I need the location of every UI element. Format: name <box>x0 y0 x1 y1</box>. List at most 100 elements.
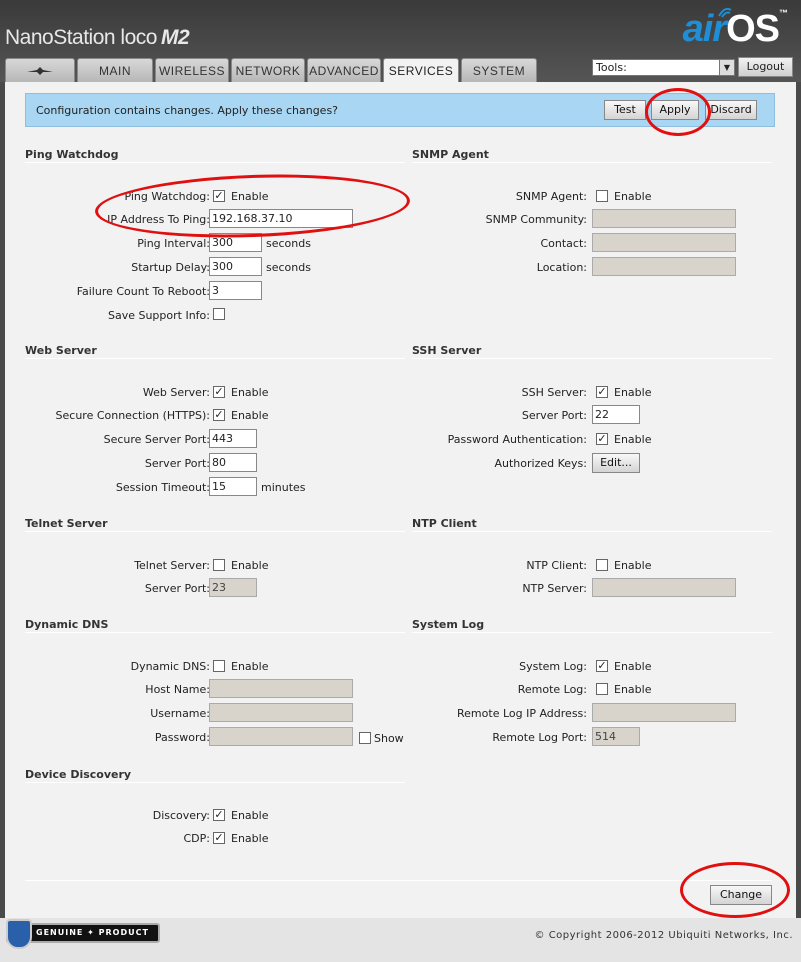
password-auth-enable-text: Enable <box>614 433 652 446</box>
remote-log-enable-text: Enable <box>614 683 652 696</box>
genuine-product-badge: GENUINE ✦ PRODUCT <box>6 919 160 949</box>
annotation-circle-apply <box>645 88 711 136</box>
https-enable-text: Enable <box>231 409 269 422</box>
test-button[interactable]: Test <box>604 100 646 120</box>
secure-port-label: Secure Server Port: <box>103 433 210 446</box>
divider <box>25 632 405 633</box>
chevron-down-icon[interactable]: ▼ <box>719 60 734 75</box>
ntp-client-label: NTP Client: <box>526 559 587 572</box>
edit-keys-button[interactable]: Edit... <box>592 453 640 473</box>
show-password-checkbox[interactable] <box>359 732 371 744</box>
remote-log-checkbox[interactable] <box>596 683 608 695</box>
tab-advanced[interactable]: ADVANCED <box>307 58 381 82</box>
remote-log-port-input[interactable]: 514 <box>592 727 640 746</box>
copyright: © Copyright 2006-2012 Ubiquiti Networks,… <box>534 930 793 941</box>
snmp-agent-enable-text: Enable <box>614 190 652 203</box>
discovery-checkbox[interactable]: ✓ <box>213 809 225 821</box>
remote-log-port-label: Remote Log Port: <box>492 731 587 744</box>
header-bar: NanoStation loco M2 airOS™ MAIN WIRELESS … <box>0 0 801 82</box>
failure-count-input[interactable]: 3 <box>209 281 262 300</box>
tools-select[interactable]: Tools: ▼ <box>592 59 735 76</box>
username-input[interactable] <box>209 703 353 722</box>
startup-delay-label: Startup Delay: <box>131 261 210 274</box>
logo-os: OS <box>726 8 780 50</box>
divider <box>25 358 405 359</box>
cdp-enable-text: Enable <box>231 832 269 845</box>
tab-main[interactable]: MAIN <box>77 58 153 82</box>
ddns-checkbox[interactable] <box>213 660 225 672</box>
session-timeout-input[interactable]: 15 <box>209 477 257 496</box>
remote-log-label: Remote Log: <box>517 683 587 696</box>
logout-button[interactable]: Logout <box>738 57 793 77</box>
ntp-client-checkbox[interactable] <box>596 559 608 571</box>
remote-log-ip-label: Remote Log IP Address: <box>457 707 587 720</box>
divider <box>25 782 405 783</box>
discard-button[interactable]: Discard <box>705 100 757 120</box>
web-server-enable-text: Enable <box>231 386 269 399</box>
tab-system[interactable]: SYSTEM <box>461 58 537 82</box>
discovery-label: Discovery: <box>152 809 210 822</box>
web-server-checkbox[interactable]: ✓ <box>213 386 225 398</box>
divider <box>25 531 405 532</box>
telnet-server-checkbox[interactable] <box>213 559 225 571</box>
secure-port-input[interactable]: 443 <box>209 429 257 448</box>
telnet-server-label: Telnet Server: <box>134 559 210 572</box>
ntp-enable-text: Enable <box>614 559 652 572</box>
remote-log-ip-input[interactable] <box>592 703 736 722</box>
password-input[interactable] <box>209 727 353 746</box>
startup-delay-unit: seconds <box>266 261 311 274</box>
show-password-text: Show <box>374 732 404 745</box>
tab-wireless[interactable]: WIRELESS <box>155 58 229 82</box>
session-timeout-label: Session Timeout: <box>115 481 210 494</box>
ssh-port-input[interactable]: 22 <box>592 405 640 424</box>
divider <box>412 531 772 532</box>
password-label: Password: <box>154 731 210 744</box>
ubiquiti-logo-icon <box>27 66 53 75</box>
section-title-ntp: NTP Client <box>412 517 477 530</box>
footer: GENUINE ✦ PRODUCT © Copyright 2006-2012 … <box>0 918 801 962</box>
snmp-community-input[interactable] <box>592 209 736 228</box>
location-input[interactable] <box>592 257 736 276</box>
divider <box>25 880 772 881</box>
save-support-checkbox[interactable] <box>213 308 225 320</box>
main-tabs: MAIN WIRELESS NETWORK ADVANCED SERVICES … <box>5 58 537 82</box>
telnet-port-input[interactable]: 23 <box>209 578 257 597</box>
ddns-label: Dynamic DNS: <box>130 660 210 673</box>
lock-shield-icon <box>6 919 32 949</box>
ssh-server-label: SSH Server: <box>521 386 587 399</box>
password-auth-label: Password Authentication: <box>447 433 587 446</box>
startup-delay-input[interactable]: 300 <box>209 257 262 276</box>
ntp-server-label: NTP Server: <box>522 582 587 595</box>
snmp-agent-label: SNMP Agent: <box>515 190 587 203</box>
telnet-enable-text: Enable <box>231 559 269 572</box>
host-name-label: Host Name: <box>145 683 210 696</box>
tab-services[interactable]: SERVICES <box>383 58 459 82</box>
notice-text: Configuration contains changes. Apply th… <box>36 104 339 117</box>
snmp-agent-checkbox[interactable] <box>596 190 608 202</box>
section-title-ping-watchdog: Ping Watchdog <box>25 148 119 161</box>
failure-count-label: Failure Count To Reboot: <box>76 285 210 298</box>
contact-input[interactable] <box>592 233 736 252</box>
system-log-checkbox[interactable]: ✓ <box>596 660 608 672</box>
https-checkbox[interactable]: ✓ <box>213 409 225 421</box>
system-log-enable-text: Enable <box>614 660 652 673</box>
tab-ubiquiti-logo[interactable] <box>5 58 75 82</box>
ssh-server-checkbox[interactable]: ✓ <box>596 386 608 398</box>
tab-network[interactable]: NETWORK <box>231 58 305 82</box>
authorized-keys-label: Authorized Keys: <box>494 457 588 470</box>
logo-tm: ™ <box>779 8 788 18</box>
web-port-input[interactable]: 80 <box>209 453 257 472</box>
divider <box>412 162 772 163</box>
host-name-input[interactable] <box>209 679 353 698</box>
snmp-community-label: SNMP Community: <box>485 213 587 226</box>
password-auth-checkbox[interactable]: ✓ <box>596 433 608 445</box>
cdp-label: CDP: <box>183 832 211 845</box>
discovery-enable-text: Enable <box>231 809 269 822</box>
web-port-label: Server Port: <box>144 457 210 470</box>
save-support-label: Save Support Info: <box>107 309 210 322</box>
divider <box>412 632 772 633</box>
ssh-port-label: Server Port: <box>521 409 587 422</box>
genuine-text: GENUINE ✦ PRODUCT <box>36 928 149 937</box>
ntp-server-input[interactable] <box>592 578 736 597</box>
cdp-checkbox[interactable]: ✓ <box>213 832 225 844</box>
